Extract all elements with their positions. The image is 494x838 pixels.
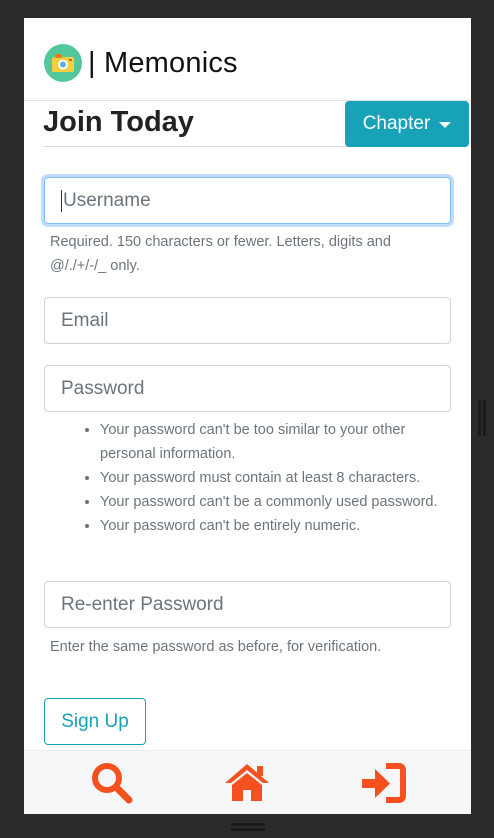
password-rule: Your password can't be a commonly used p…: [100, 490, 450, 514]
app-screen: | Memonics Join Today Chapter Username R…: [24, 18, 471, 814]
password-rule: Your password can't be entirely numeric.: [100, 514, 450, 538]
email-input[interactable]: Email: [44, 297, 451, 344]
password-rule: Your password must contain at least 8 ch…: [100, 466, 450, 490]
sign-in-icon[interactable]: [359, 761, 407, 810]
chapter-dropdown-button[interactable]: Chapter: [345, 101, 469, 147]
home-icon[interactable]: [223, 761, 271, 810]
password-rule: Your password can't be too similar to yo…: [100, 418, 450, 466]
username-input[interactable]: Username: [44, 177, 451, 224]
email-placeholder: Email: [61, 309, 109, 331]
username-placeholder: Username: [63, 189, 151, 211]
password-confirm-help: Enter the same password as before, for v…: [50, 639, 382, 655]
brand-name: | Memonics: [88, 46, 238, 79]
text-cursor: [61, 189, 62, 212]
chapter-dropdown-label: Chapter: [362, 113, 431, 134]
navbar-brand[interactable]: | Memonics: [44, 42, 238, 84]
sign-up-button[interactable]: Sign Up: [44, 698, 146, 745]
camera-icon: [44, 44, 82, 82]
caret-down-icon: [439, 122, 452, 128]
bottom-nav: [24, 750, 471, 814]
password-placeholder: Password: [61, 377, 145, 399]
device-resize-handle-bottom[interactable]: [231, 823, 265, 831]
password-input[interactable]: Password: [44, 365, 451, 412]
page-title: Join Today: [43, 106, 194, 138]
password-confirm-placeholder: Re-enter Password: [61, 593, 224, 615]
search-icon[interactable]: [90, 761, 134, 810]
device-resize-handle[interactable]: [478, 400, 486, 436]
username-help: Required. 150 characters or fewer. Lette…: [50, 234, 391, 274]
password-confirm-input[interactable]: Re-enter Password: [44, 581, 451, 628]
password-rules: Your password can't be too similar to yo…: [80, 418, 450, 538]
